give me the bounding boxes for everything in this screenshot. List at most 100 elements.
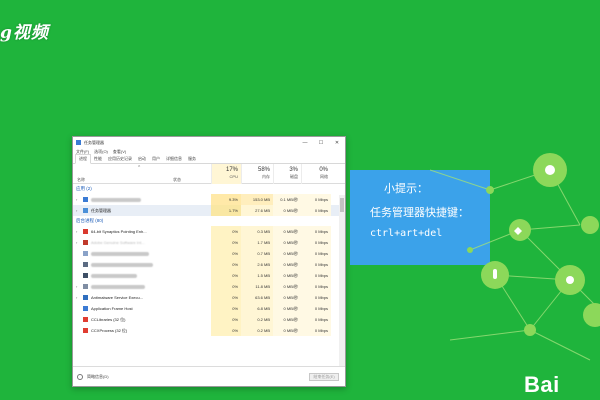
process-name: CCXProcess (32 位) — [91, 328, 128, 333]
process-row[interactable]: › 64-bit Synaptics Pointing Enh... 0% 0.… — [73, 226, 345, 237]
process-row[interactable]: CCXProcess (32 位) 0% 0.2 MB 0 MB/秒 0 Mbp… — [73, 325, 345, 336]
column-network[interactable]: 0% 网络 — [301, 164, 331, 184]
cell-memory: 0.2 MB — [241, 325, 273, 336]
tab-startup[interactable]: 启动 — [135, 155, 149, 163]
window-title: 任务管理器 — [84, 139, 104, 145]
column-memory[interactable]: 58% 内存 — [241, 164, 273, 184]
column-cpu[interactable]: 17% CPU — [211, 164, 241, 184]
process-row[interactable]: › Antimalware Service Execu... 0% 63.6 M… — [73, 292, 345, 303]
tab-services[interactable]: 服务 — [185, 155, 199, 163]
cell-cpu: 0% — [211, 303, 241, 314]
title-bar: 任务管理器 — ☐ ✕ — [73, 137, 345, 148]
process-name: Adobe Genuine Software Int... — [91, 240, 145, 245]
expand-icon[interactable]: › — [76, 281, 77, 292]
tab-users[interactable]: 用户 — [149, 155, 163, 163]
cell-memory: 6.8 MB — [241, 303, 273, 314]
cell-network: 0 Mbps — [301, 194, 331, 205]
process-icon — [83, 262, 88, 267]
cell-memory: 63.6 MB — [241, 292, 273, 303]
cell-disk: 0 MB/秒 — [273, 325, 301, 336]
cell-cpu: 0% — [211, 281, 241, 292]
cell-network: 0 Mbps — [301, 325, 331, 336]
baidu-logo: Bai — [524, 372, 560, 397]
cell-network: 0 Mbps — [301, 303, 331, 314]
process-row[interactable]: 0% 0.7 MB 0 MB/秒 0 Mbps — [73, 248, 345, 259]
scrollbar-thumb[interactable] — [340, 198, 344, 212]
cell-memory: 0.7 MB — [241, 248, 273, 259]
maximize-button[interactable]: ☐ — [313, 137, 329, 148]
process-row[interactable]: CCLibraries (32 位) 0% 0.2 MB 0 MB/秒 0 Mb… — [73, 314, 345, 325]
process-icon — [83, 251, 88, 256]
cell-cpu: 0% — [211, 237, 241, 248]
network-total: 0% — [319, 167, 328, 173]
close-button[interactable]: ✕ — [329, 137, 345, 148]
expand-icon[interactable]: › — [76, 194, 77, 205]
cell-network: 0 Mbps — [301, 281, 331, 292]
menu-view[interactable]: 查看(V) — [113, 149, 126, 155]
disk-label: 磁盘 — [290, 174, 298, 179]
process-row[interactable]: › 0% 11.8 MB 0 MB/秒 0 Mbps — [73, 281, 345, 292]
process-row[interactable]: 0% 1.5 MB 0 MB/秒 0 Mbps — [73, 270, 345, 281]
cell-memory: 0.3 MB — [241, 226, 273, 237]
process-list: 应用 (2) › 9.3% 153.0 MB 0.1 MB/秒 0 Mbps ›… — [73, 184, 345, 364]
cell-disk: 0 MB/秒 — [273, 259, 301, 270]
process-row[interactable]: Application Frame Host 0% 6.8 MB 0 MB/秒 … — [73, 303, 345, 314]
process-name: Application Frame Host — [91, 306, 133, 311]
cell-cpu: 0% — [211, 325, 241, 336]
process-name: Antimalware Service Execu... — [91, 295, 144, 300]
column-status[interactable]: 状态 — [173, 177, 181, 183]
process-table-header: ⌃ 名称 状态 17% CPU 58% 内存 3% 磁盘 0% 网络 — [73, 164, 345, 184]
cell-disk: 0.1 MB/秒 — [273, 194, 301, 205]
tab-performance[interactable]: 性能 — [91, 155, 105, 163]
process-name: 64-bit Synaptics Pointing Enh... — [91, 229, 147, 234]
cell-cpu: 1.7% — [211, 205, 241, 216]
process-row[interactable]: › 9.3% 153.0 MB 0.1 MB/秒 0 Mbps — [73, 194, 345, 205]
collapse-icon[interactable] — [77, 373, 83, 380]
end-task-button[interactable]: 结束任务(E) — [309, 373, 339, 381]
process-row[interactable]: › Adobe Genuine Software Int... 0% 1.7 M… — [73, 237, 345, 248]
ccx-process-icon — [83, 328, 88, 333]
cell-cpu: 0% — [211, 248, 241, 259]
cell-disk: 0 MB/秒 — [273, 292, 301, 303]
blurred-process-name — [91, 252, 149, 256]
task-manager-icon — [83, 208, 88, 213]
cell-cpu: 0% — [211, 292, 241, 303]
vertical-scrollbar[interactable] — [339, 195, 345, 366]
cell-disk: 0 MB/秒 — [273, 248, 301, 259]
process-row[interactable]: 0% 2.6 MB 0 MB/秒 0 Mbps — [73, 259, 345, 270]
expand-icon[interactable]: › — [76, 205, 77, 216]
cc-libraries-icon — [83, 317, 88, 322]
process-name: CCLibraries (32 位) — [91, 317, 126, 322]
cpu-total: 17% — [225, 167, 238, 173]
expand-icon[interactable]: › — [76, 237, 77, 248]
expand-icon[interactable]: › — [76, 292, 77, 303]
cell-memory: 11.8 MB — [241, 281, 273, 292]
minimize-button[interactable]: — — [297, 137, 313, 148]
chevron-up-icon[interactable]: ⌃ — [137, 165, 141, 171]
cell-cpu: 0% — [211, 314, 241, 325]
memory-total: 58% — [257, 167, 270, 173]
network-decoration — [430, 153, 600, 361]
cell-network: 0 Mbps — [301, 314, 331, 325]
menu-bar: 文件(F) 选项(O) 查看(V) — [73, 148, 345, 155]
expand-icon[interactable]: › — [76, 226, 77, 237]
antimalware-icon — [83, 295, 88, 300]
background-section-label: 后台进程 (80) — [76, 218, 104, 223]
process-row[interactable]: › 任务管理器 1.7% 27.6 MB 0 MB/秒 0 Mbps — [73, 205, 345, 216]
cell-network: 0 Mbps — [301, 226, 331, 237]
blurred-process-name — [91, 263, 153, 267]
tab-details[interactable]: 详细信息 — [163, 155, 185, 163]
fewer-details-link[interactable]: 简略信息(D) — [87, 374, 109, 380]
column-disk[interactable]: 3% 磁盘 — [273, 164, 301, 184]
column-name[interactable]: 名称 — [77, 177, 85, 183]
cell-network: 0 Mbps — [301, 270, 331, 281]
menu-options[interactable]: 选项(O) — [94, 149, 108, 155]
cell-memory: 27.6 MB — [241, 205, 273, 216]
tab-app-history[interactable]: 应用历史记录 — [105, 155, 135, 163]
network-label: 网络 — [320, 174, 328, 179]
cell-network: 0 Mbps — [301, 205, 331, 216]
tab-processes[interactable]: 进程 — [75, 154, 91, 164]
cell-cpu: 0% — [211, 259, 241, 270]
cell-disk: 0 MB/秒 — [273, 270, 301, 281]
cell-memory: 1.5 MB — [241, 270, 273, 281]
